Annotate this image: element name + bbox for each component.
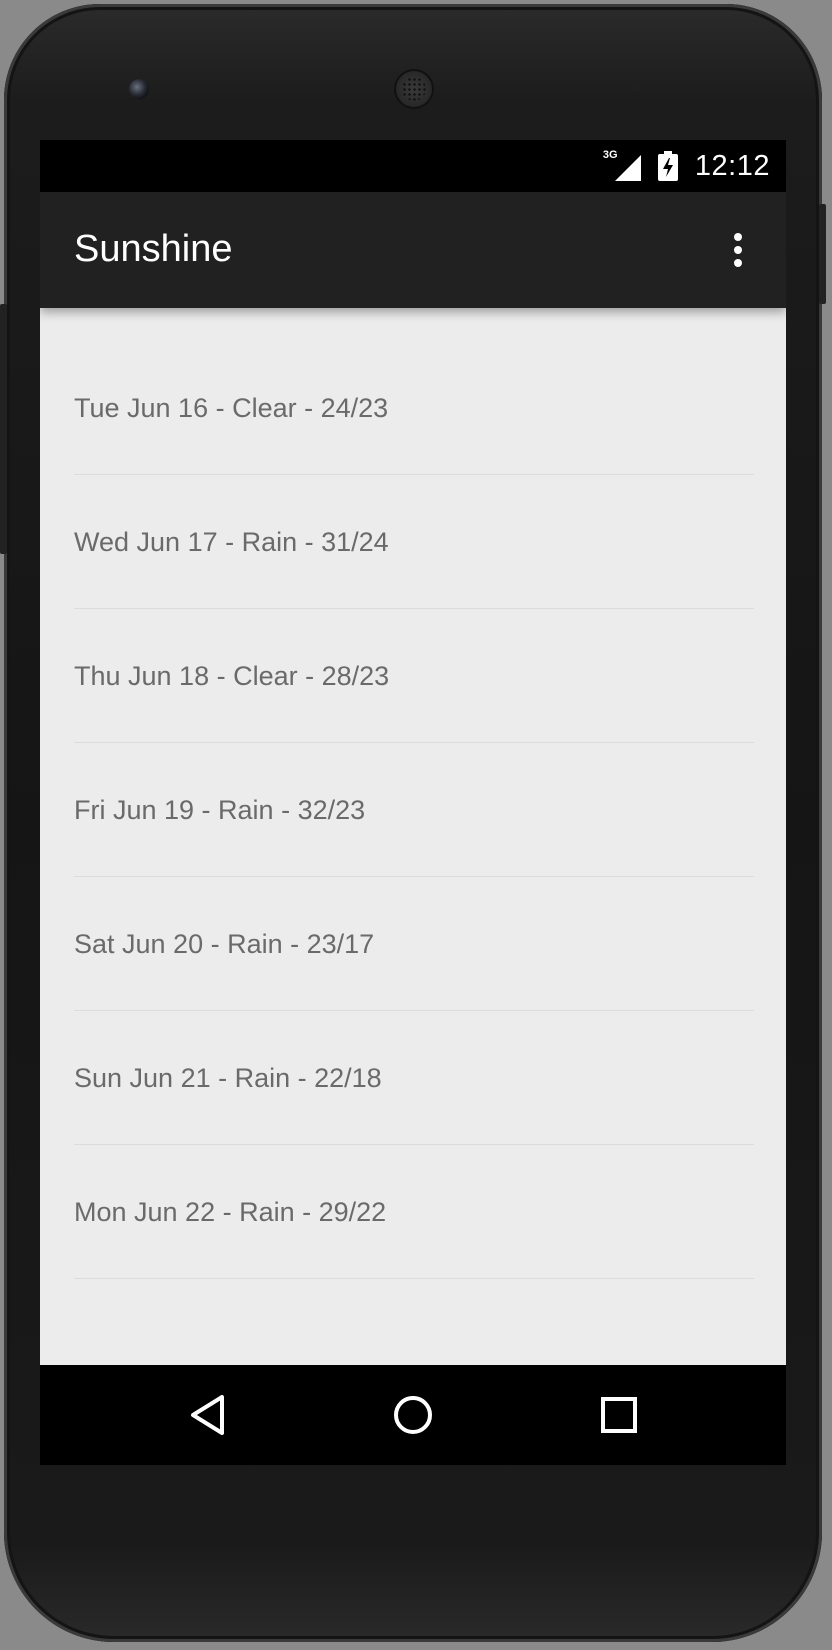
forecast-label: Sat Jun 20 - Rain - 23/17	[74, 929, 375, 959]
forecast-label: Tue Jun 16 - Clear - 24/23	[74, 393, 389, 423]
forecast-label: Wed Jun 17 - Rain - 31/24	[74, 527, 389, 557]
forecast-label: Fri Jun 19 - Rain - 32/23	[74, 795, 366, 825]
recents-square-icon	[601, 1397, 637, 1433]
list-item[interactable]: Tue Jun 16 - Clear - 24/23	[74, 341, 754, 475]
cell-signal-icon: 3G	[603, 149, 641, 181]
home-button[interactable]	[383, 1385, 443, 1445]
forecast-label: Sun Jun 21 - Rain - 22/18	[74, 1063, 382, 1093]
home-circle-icon	[394, 1396, 432, 1434]
navigation-bar	[40, 1365, 786, 1465]
battery-charging-icon	[657, 151, 679, 181]
back-triangle-icon	[191, 1395, 224, 1435]
phone-frame: 3G 12:12 Sunshine Tue Jun 16 - Clear - 2…	[0, 4, 826, 1642]
power-button	[819, 204, 826, 304]
recents-button[interactable]	[589, 1385, 649, 1445]
overflow-menu-button[interactable]	[710, 222, 766, 278]
app-bar: Sunshine	[40, 192, 786, 308]
back-button[interactable]	[178, 1385, 238, 1445]
list-item[interactable]: Fri Jun 19 - Rain - 32/23	[74, 743, 754, 877]
status-bar: 3G 12:12	[40, 140, 786, 192]
volume-button	[0, 304, 7, 554]
forecast-label: Mon Jun 22 - Rain - 29/22	[74, 1197, 387, 1227]
screen: 3G 12:12 Sunshine Tue Jun 16 - Clear - 2…	[40, 140, 786, 1465]
more-vert-icon	[734, 233, 742, 267]
forecast-list: Tue Jun 16 - Clear - 24/23 Wed Jun 17 - …	[74, 341, 754, 1279]
list-item[interactable]: Sat Jun 20 - Rain - 23/17	[74, 877, 754, 1011]
status-icons: 3G 12:12	[603, 148, 770, 184]
list-item[interactable]: Sun Jun 21 - Rain - 22/18	[74, 1011, 754, 1145]
list-item[interactable]: Mon Jun 22 - Rain - 29/22	[74, 1145, 754, 1279]
list-item[interactable]: Wed Jun 17 - Rain - 31/24	[74, 475, 754, 609]
proximity-sensor	[632, 81, 644, 93]
status-clock: 12:12	[694, 149, 770, 182]
front-camera	[129, 79, 149, 99]
app-title: Sunshine	[74, 228, 233, 270]
forecast-label: Thu Jun 18 - Clear - 28/23	[74, 661, 390, 691]
light-sensor	[660, 83, 668, 91]
earpiece-speaker	[394, 69, 434, 109]
list-item[interactable]: Thu Jun 18 - Clear - 28/23	[74, 609, 754, 743]
